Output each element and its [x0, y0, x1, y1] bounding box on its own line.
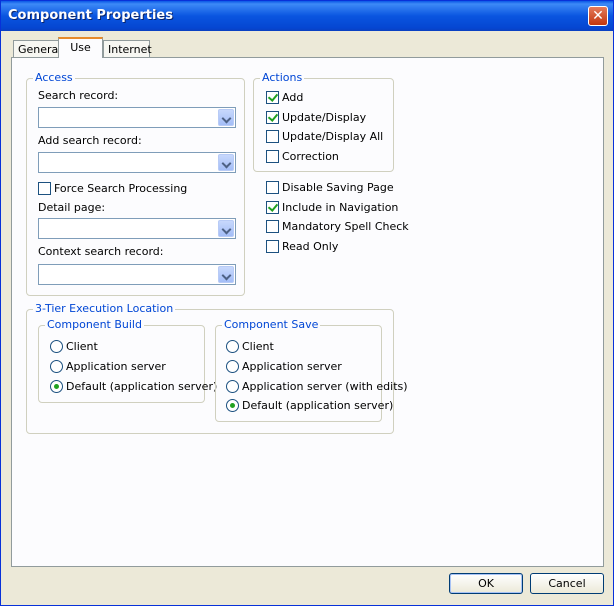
update-display-label: Update/Display [282, 111, 367, 124]
execution-location-legend: 3-Tier Execution Location [33, 302, 176, 315]
disable-saving-page-label: Disable Saving Page [282, 181, 394, 194]
actions-group: Actions Add Update/Display Update/Displa… [253, 71, 394, 172]
window-title: Component Properties [8, 8, 173, 23]
correction-label: Correction [282, 150, 339, 163]
read-only-checkbox[interactable] [266, 240, 279, 253]
update-display-all-checkbox[interactable] [266, 130, 279, 143]
component-build-group: Component Build Client Application serve… [38, 318, 217, 403]
access-legend: Access [33, 71, 75, 84]
tab-internet[interactable]: Internet [103, 40, 152, 58]
component-properties-dialog: Component Properties ✕ General Use Inter… [0, 0, 614, 606]
build-application-server-radio[interactable] [50, 360, 63, 373]
force-search-label: Force Search Processing [54, 182, 188, 195]
mandatory-spell-check-checkbox[interactable] [266, 220, 279, 233]
save-application-server-edits-label: Application server (with edits) [242, 380, 408, 393]
update-display-all-label: Update/Display All [282, 130, 384, 143]
read-only-label: Read Only [282, 240, 339, 253]
save-client-label: Client [242, 340, 274, 353]
context-search-select[interactable] [38, 264, 236, 285]
include-in-navigation-label: Include in Navigation [282, 201, 399, 214]
build-application-server-label: Application server [66, 360, 166, 373]
chevron-down-icon[interactable] [218, 154, 234, 171]
build-default-label: Default (application server) [66, 380, 218, 393]
ok-button[interactable]: OK [449, 573, 523, 594]
execution-location-group: 3-Tier Execution Location Component Buil… [26, 302, 408, 434]
build-client-radio[interactable] [50, 340, 63, 353]
cancel-button[interactable]: Cancel [530, 573, 604, 594]
build-client-label: Client [66, 340, 98, 353]
access-group: Access Search record: Add search record:… [26, 71, 245, 296]
search-record-label: Search record: [38, 89, 119, 102]
correction-checkbox[interactable] [266, 150, 279, 163]
include-in-navigation-checkbox[interactable] [266, 201, 279, 214]
component-save-group: Component Save Client Application server… [215, 318, 408, 422]
add-checkbox[interactable] [266, 91, 279, 104]
chevron-down-icon[interactable] [218, 109, 234, 126]
detail-page-label: Detail page: [38, 201, 106, 214]
mandatory-spell-check-label: Mandatory Spell Check [282, 220, 409, 233]
actions-legend: Actions [260, 71, 305, 84]
close-icon: ✕ [592, 8, 604, 24]
add-label: Add [282, 91, 304, 104]
save-application-server-edits-radio[interactable] [226, 380, 239, 393]
build-default-radio[interactable] [50, 380, 63, 393]
save-default-label: Default (application server) [242, 399, 394, 412]
add-search-record-select[interactable] [38, 152, 236, 173]
close-button[interactable]: ✕ [588, 6, 608, 26]
save-application-server-label: Application server [242, 360, 342, 373]
use-tab-panel: Access Search record: Add search record:… [11, 57, 604, 567]
component-build-legend: Component Build [45, 318, 144, 331]
chevron-down-icon[interactable] [218, 266, 234, 283]
context-search-label: Context search record: [38, 245, 164, 258]
tab-general[interactable]: General [13, 40, 61, 58]
save-client-radio[interactable] [226, 340, 239, 353]
chevron-down-icon[interactable] [218, 220, 234, 237]
title-bar[interactable]: Component Properties ✕ [1, 1, 613, 31]
search-record-select[interactable] [38, 107, 236, 128]
force-search-checkbox[interactable] [38, 182, 51, 195]
tab-use[interactable]: Use [58, 37, 103, 58]
save-application-server-radio[interactable] [226, 360, 239, 373]
disable-saving-page-checkbox[interactable] [266, 181, 279, 194]
save-default-radio[interactable] [226, 399, 239, 412]
detail-page-select[interactable] [38, 218, 236, 239]
component-save-legend: Component Save [222, 318, 321, 331]
add-search-record-label: Add search record: [38, 134, 142, 147]
update-display-checkbox[interactable] [266, 111, 279, 124]
